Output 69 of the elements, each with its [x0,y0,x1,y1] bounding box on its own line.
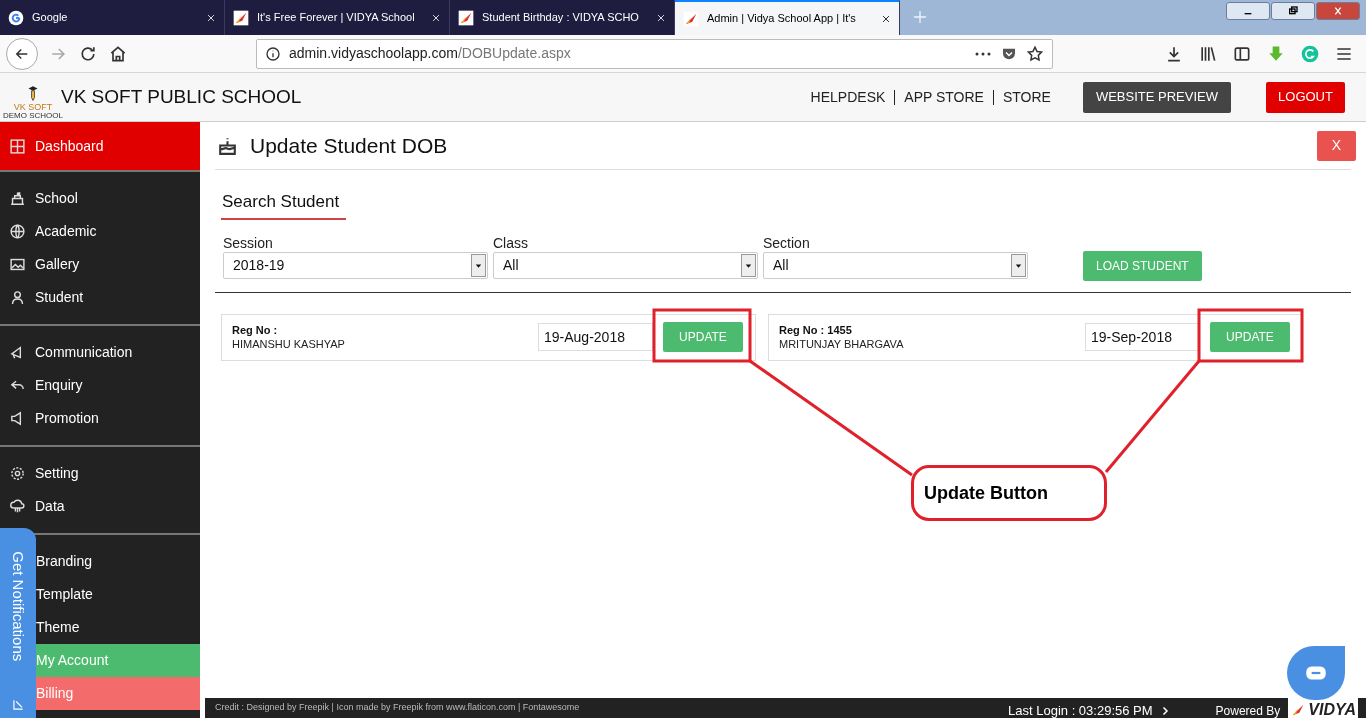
sidebar-item[interactable]: Setting [0,457,200,490]
google-icon [8,9,24,26]
sidebar-item[interactable]: Enquiry [0,369,200,402]
browser-tab[interactable]: Admin | Vidya School App | It's [675,0,900,35]
flame-icon [458,9,474,26]
tab-title: Student Birthday : VIDYA SCHO [482,10,640,26]
field-label: Session [223,233,274,252]
page-title: Update Student DOB [250,132,448,159]
url-text: admin.vidyaschoolapp.com/DOBUpdate.aspx [289,44,572,63]
tab-title: It's Free Forever | VIDYA School [257,10,416,26]
globe-icon [9,223,26,240]
vidya-logo: VIDYA [1288,698,1358,718]
school-icon [9,190,26,207]
restore-icon[interactable] [1271,2,1315,20]
address-bar[interactable]: admin.vidyaschoolapp.com/DOBUpdate.aspx [256,38,1053,69]
sidebar-item[interactable]: Promotion [0,402,200,435]
close-tab-icon[interactable] [881,13,891,24]
logo-text: VK SOFT [13,103,53,112]
sidebar-item[interactable]: Data [0,490,200,523]
close-tab-icon[interactable] [656,12,666,23]
back-icon[interactable] [6,37,38,70]
header-link[interactable]: STORE [1002,86,1051,108]
edit-icon [11,698,25,712]
close-tab-icon[interactable] [206,12,216,23]
sidebar-item[interactable]: School [0,182,200,215]
dropdown[interactable]: 2018-19 [223,251,488,279]
flame-icon [233,9,249,26]
cloud-icon [9,498,26,515]
sidebar-item[interactable]: Template [36,578,200,611]
sidebar-item[interactable]: Student [0,281,200,314]
callout-label: Update Button [911,465,1107,521]
reg-number: Reg No : 1455 [779,323,853,337]
chat-button[interactable] [1287,646,1345,700]
sidebar-item[interactable]: Communication [0,336,200,369]
website-preview-button[interactable]: WEBSITE PREVIEW [1082,81,1231,113]
credit-text: Credit : Designed by Freepik | Icon made by Freepik from www.flaticon.com | Fontawesome [215,701,580,715]
student-icon [9,289,26,306]
powered-by-text: Powered By [1215,703,1281,718]
close-button[interactable]: X [1317,130,1356,161]
sidebar-item[interactable]: Academic [0,215,200,248]
gear-icon [9,465,26,482]
student-name: HIMANSHU KASHYAP [232,337,346,351]
field-label: Class [493,233,529,252]
dropdown[interactable]: All [763,251,1028,279]
sidebar-item[interactable]: Theme [36,611,200,644]
info-icon [265,45,281,62]
sidebar-item[interactable]: Gallery [0,248,200,281]
dashboard-icon [9,137,26,155]
header-link[interactable]: HELPDESK [810,86,886,108]
dob-input[interactable]: 19-Aug-2018 [538,323,653,351]
tab-title: Admin | Vidya School App | It's [707,11,857,27]
last-login-text: Last Login : 03:29:56 PM [1008,702,1153,718]
star-icon [1026,44,1044,63]
reg-number: Reg No : [232,323,279,337]
flame-icon [683,10,699,27]
dob-input[interactable]: 19-Sep-2018 [1085,323,1200,351]
image-icon [9,256,26,273]
school-name: VK SOFT PUBLIC SCHOOL [61,84,302,109]
sidebar-item[interactable]: Dashboard [0,122,200,170]
student-name: MRITUNJAY BHARGAVA [779,337,905,351]
tab-title: Google [32,10,69,26]
header-link[interactable]: APP STORE [904,86,984,108]
section-title: Search Student [222,192,340,211]
dropdown[interactable]: All [493,251,758,279]
sidebar-item[interactable]: Branding [36,545,200,578]
logo-subtext: DEMO SCHOOL [3,112,63,120]
field-label: Section [763,233,811,252]
close-tab-icon[interactable] [431,12,441,23]
logout-button[interactable]: LOGOUT [1266,81,1345,113]
